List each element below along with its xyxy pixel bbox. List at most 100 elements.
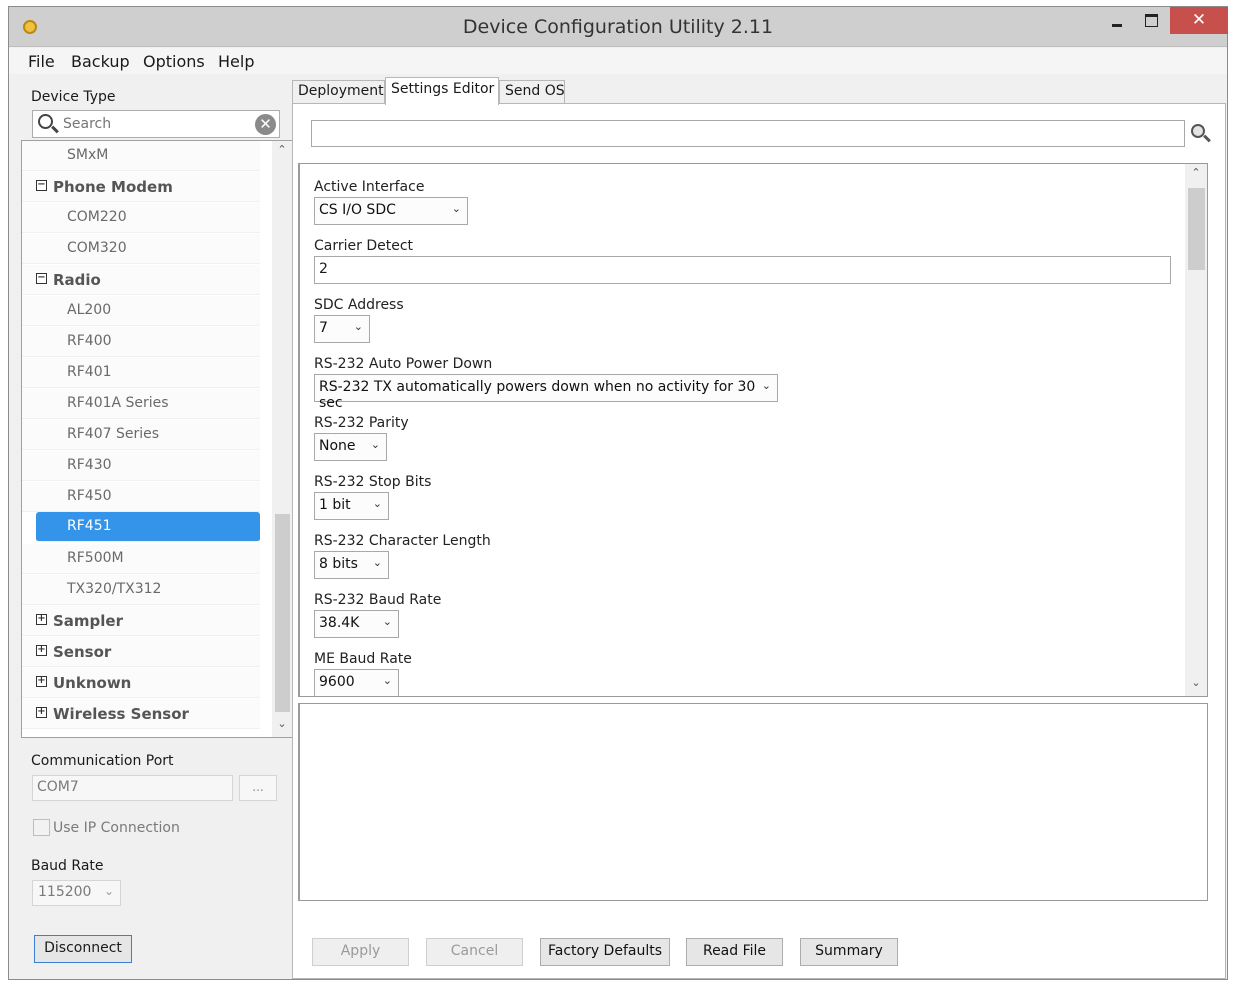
tree-scrollbar[interactable]: ⌃ ⌄ <box>272 141 292 737</box>
tree-item-al200[interactable]: AL200 <box>22 296 260 326</box>
active-interface-value: CS I/O SDC <box>319 202 396 218</box>
tree-group-wireless-sensor[interactable]: + Wireless Sensor <box>22 699 260 729</box>
menu-file[interactable]: File <box>28 52 55 71</box>
rs232-character-length-select[interactable]: 8 bits ⌄ <box>314 551 389 579</box>
device-search-box[interactable]: ✕ <box>32 110 280 138</box>
rs232-auto-power-down-value: RS-232 TX automatically powers down when… <box>319 379 756 411</box>
tree-item-rf451[interactable]: RF451 <box>36 512 260 542</box>
chevron-down-icon: ⌄ <box>451 202 461 215</box>
close-icon[interactable]: ✕ <box>1170 7 1228 34</box>
expand-icon[interactable]: + <box>36 676 47 687</box>
rs232-stop-bits-select[interactable]: 1 bit ⌄ <box>314 492 389 520</box>
me-baud-rate-select[interactable]: 9600 ⌄ <box>314 669 399 696</box>
tree-item-rf430[interactable]: RF430 <box>22 451 260 481</box>
chevron-down-icon: ⌄ <box>103 884 114 898</box>
menu-help[interactable]: Help <box>218 52 254 71</box>
menu-options[interactable]: Options <box>143 52 205 71</box>
setting-label-rs232-character-length: RS-232 Character Length <box>314 533 491 549</box>
minimize-icon[interactable] <box>1103 7 1131 34</box>
sdc-address-value: 7 <box>319 320 328 336</box>
scroll-up-icon[interactable]: ⌃ <box>1185 166 1207 184</box>
device-tree[interactable]: SMxM − Phone Modem COM220 COM320 − Radio A… <box>21 140 293 738</box>
tree-group-sampler[interactable]: + Sampler <box>22 606 260 636</box>
search-icon <box>38 114 53 129</box>
tree-group-phone-modem[interactable]: − Phone Modem <box>22 172 260 202</box>
tree-scroll-thumb[interactable] <box>275 514 290 712</box>
tree-item-com320[interactable]: COM320 <box>22 234 260 264</box>
maximize-icon[interactable] <box>1137 7 1165 34</box>
apply-button[interactable]: Apply <box>312 938 409 966</box>
setting-label-rs232-parity: RS-232 Parity <box>314 415 409 431</box>
chevron-down-icon: ⌄ <box>382 615 392 628</box>
rs232-parity-value: None <box>319 438 356 454</box>
tree-group-sensor[interactable]: + Sensor <box>22 637 260 667</box>
baud-rate-label: Baud Rate <box>31 858 104 874</box>
rs232-character-length-value: 8 bits <box>319 556 358 572</box>
settings-scroll-thumb[interactable] <box>1188 188 1205 270</box>
rs232-baud-rate-value: 38.4K <box>319 615 360 631</box>
baud-rate-select[interactable]: 115200 ⌄ <box>32 880 121 906</box>
tree-item-rf401[interactable]: RF401 <box>22 358 260 388</box>
cancel-button[interactable]: Cancel <box>426 938 523 966</box>
chevron-down-icon: ⌄ <box>370 438 380 451</box>
sdc-address-select[interactable]: 7 ⌄ <box>314 315 370 343</box>
tree-item-tx320-tx312[interactable]: TX320/TX312 <box>22 575 260 605</box>
communication-port-field[interactable]: COM7 <box>32 775 233 801</box>
device-search-input[interactable] <box>61 114 251 134</box>
tree-item-rf401a-series[interactable]: RF401A Series <box>22 389 260 419</box>
scroll-up-icon[interactable]: ⌃ <box>272 143 292 161</box>
settings-list: Active Interface CS I/O SDC ⌄ Carrier De… <box>298 163 1208 697</box>
tree-item-rf400[interactable]: RF400 <box>22 327 260 357</box>
use-ip-label: Use IP Connection <box>53 820 180 836</box>
rs232-parity-select[interactable]: None ⌄ <box>314 433 387 461</box>
collapse-icon[interactable]: − <box>36 273 47 284</box>
setting-label-me-baud-rate: ME Baud Rate <box>314 651 412 667</box>
settings-filter-input[interactable] <box>311 120 1185 147</box>
baud-rate-value: 115200 <box>38 884 92 900</box>
chevron-down-icon: ⌄ <box>761 379 771 392</box>
rs232-auto-power-down-select[interactable]: RS-232 TX automatically powers down when… <box>314 374 778 411</box>
tree-item-smxm[interactable]: SMxM <box>22 141 260 171</box>
active-interface-select[interactable]: CS I/O SDC ⌄ <box>314 197 468 225</box>
browse-port-button[interactable]: ... <box>239 775 277 801</box>
collapse-icon[interactable]: − <box>36 180 47 191</box>
expand-icon[interactable]: + <box>36 614 47 625</box>
tree-item-rf500m[interactable]: RF500M <box>22 544 260 574</box>
setting-label-rs232-auto-power-down: RS-232 Auto Power Down <box>314 356 493 372</box>
settings-scrollbar[interactable]: ⌃ ⌄ <box>1185 164 1207 696</box>
summary-button[interactable]: Summary <box>800 938 898 966</box>
app-window: Device Configuration Utility 2.11 ✕ File… <box>8 6 1228 980</box>
expand-icon[interactable]: + <box>36 707 47 718</box>
disconnect-button[interactable]: Disconnect <box>34 935 132 963</box>
tab-send-os[interactable]: Send OS <box>499 80 565 104</box>
tab-settings-editor[interactable]: Settings Editor <box>385 77 499 105</box>
rs232-baud-rate-select[interactable]: 38.4K ⌄ <box>314 610 399 638</box>
clear-search-icon[interactable]: ✕ <box>255 114 276 135</box>
menu-backup[interactable]: Backup <box>71 52 130 71</box>
me-baud-rate-value: 9600 <box>319 674 355 690</box>
tree-item-rf407-series[interactable]: RF407 Series <box>22 420 260 450</box>
scroll-down-icon[interactable]: ⌄ <box>272 717 292 735</box>
carrier-detect-input[interactable]: 2 <box>314 256 1171 284</box>
tree-item-rf450[interactable]: RF450 <box>22 482 260 512</box>
use-ip-checkbox[interactable] <box>33 819 50 836</box>
chevron-down-icon: ⌄ <box>353 320 363 333</box>
scroll-down-icon[interactable]: ⌄ <box>1185 676 1207 694</box>
expand-icon[interactable]: + <box>36 645 47 656</box>
rs232-stop-bits-value: 1 bit <box>319 497 351 513</box>
title-bar[interactable]: Device Configuration Utility 2.11 ✕ <box>9 7 1228 47</box>
settings-editor-panel: Active Interface CS I/O SDC ⌄ Carrier De… <box>292 103 1226 979</box>
tab-deployment[interactable]: Deployment <box>292 80 385 104</box>
search-icon[interactable] <box>1191 124 1205 138</box>
tree-item-com220[interactable]: COM220 <box>22 203 260 233</box>
chevron-down-icon: ⌄ <box>372 556 382 569</box>
communication-port-label: Communication Port <box>31 753 174 769</box>
chevron-down-icon: ⌄ <box>382 674 392 687</box>
chevron-down-icon: ⌄ <box>372 497 382 510</box>
factory-defaults-button[interactable]: Factory Defaults <box>540 938 670 966</box>
read-file-button[interactable]: Read File <box>686 938 783 966</box>
setting-label-rs232-baud-rate: RS-232 Baud Rate <box>314 592 442 608</box>
tree-group-unknown[interactable]: + Unknown <box>22 668 260 698</box>
tree-group-radio[interactable]: − Radio <box>22 265 260 295</box>
setting-label-active-interface: Active Interface <box>314 179 425 195</box>
